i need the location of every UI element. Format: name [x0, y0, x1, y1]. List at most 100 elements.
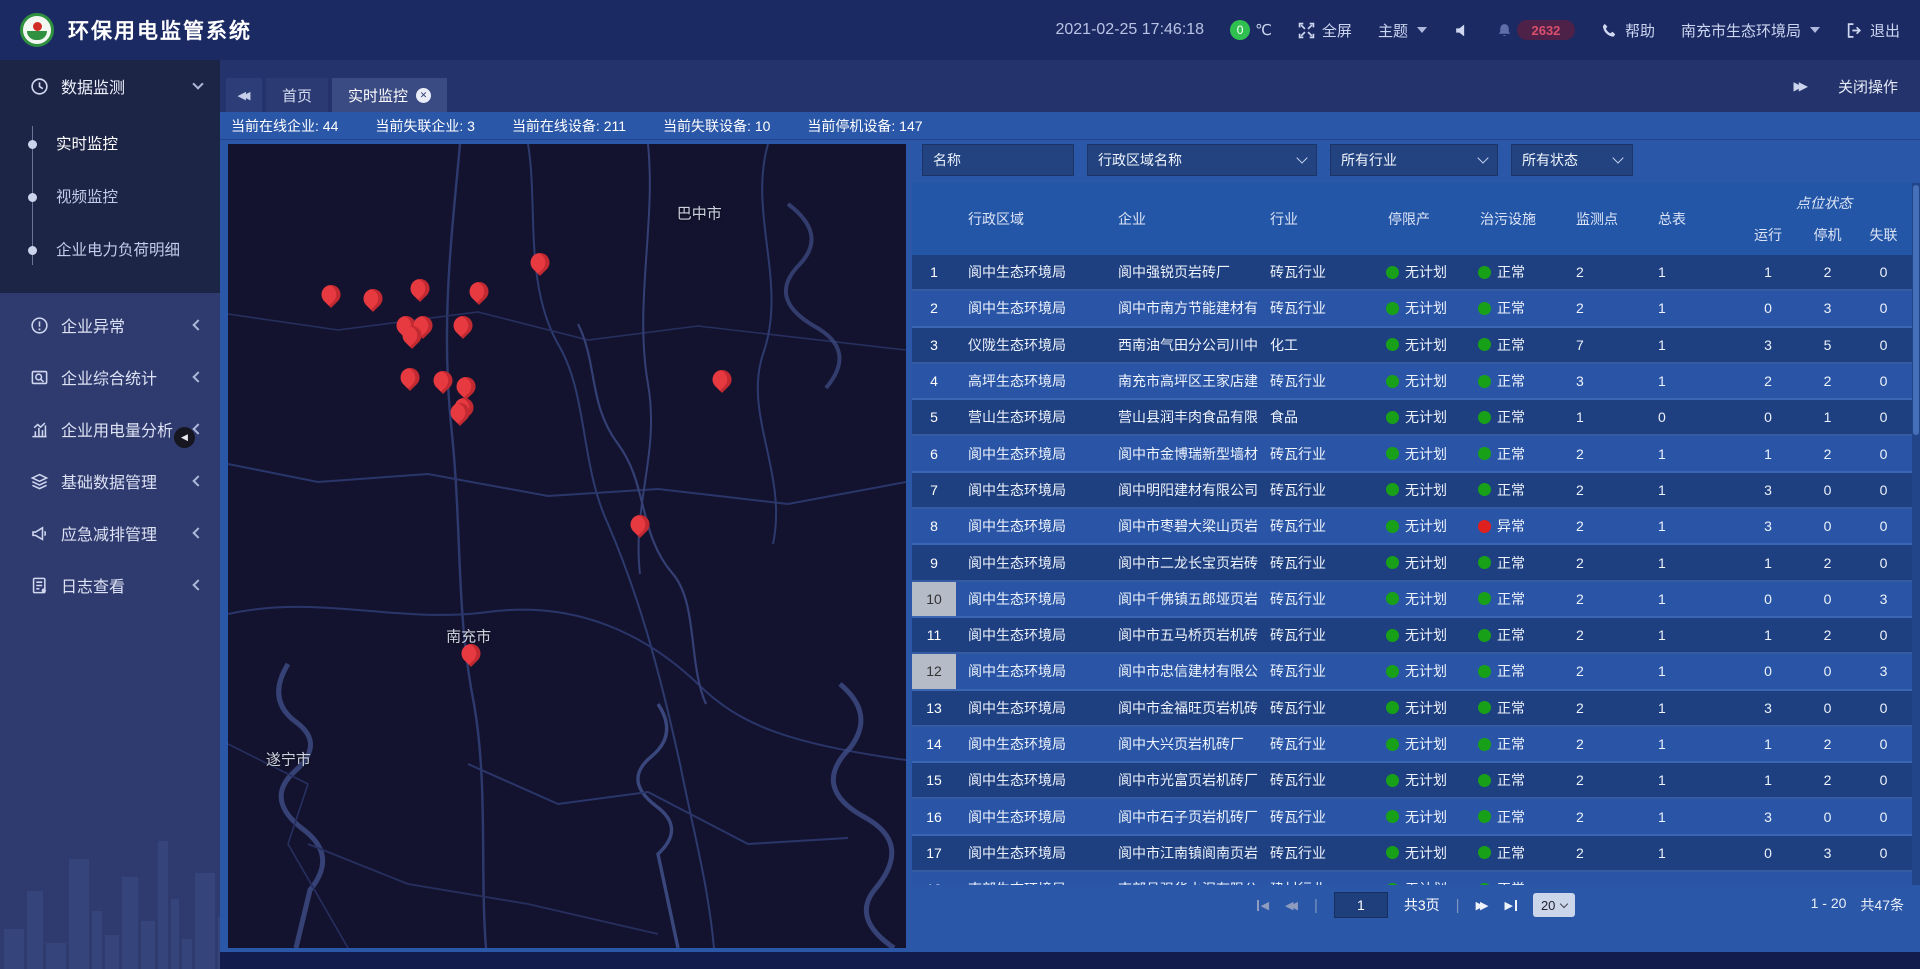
- cell-region: 高坪生态环境局: [956, 371, 1112, 391]
- tab-close-icon[interactable]: ✕: [416, 88, 431, 103]
- map-collapse-button[interactable]: ◀: [174, 427, 195, 448]
- help-button[interactable]: 帮助: [1601, 20, 1655, 41]
- header-toolbar: 2021-02-25 17:46:18 0 ℃ 全屏 主题 2632 帮助 南充…: [1055, 20, 1920, 41]
- first-page-button[interactable]: ◀: [1257, 899, 1269, 912]
- table-row[interactable]: 5营山生态环境局营山县润丰肉食品有限食品无计划正常10010: [912, 400, 1912, 436]
- map-panel[interactable]: 巴中市南充市遂宁市: [228, 144, 906, 948]
- col-points: 监测点: [1562, 183, 1646, 255]
- temperature-unit: ℃: [1255, 21, 1272, 39]
- logout-button[interactable]: 退出: [1846, 20, 1900, 41]
- table-row[interactable]: 13阆中生态环境局阆中市金福旺页岩机砖砖瓦行业无计划正常21300: [912, 691, 1912, 727]
- sidebar-item-应急减排管理[interactable]: 应急减排管理: [0, 507, 220, 559]
- last-page-button[interactable]: ▶: [1504, 899, 1516, 912]
- table-row[interactable]: 14阆中生态环境局阆中大兴页岩机砖厂砖瓦行业无计划正常21120: [912, 727, 1912, 763]
- sidebar-item-日志查看[interactable]: 日志查看: [0, 559, 220, 611]
- prev-page-button[interactable]: ◀◀: [1285, 899, 1298, 912]
- sidebar-item-企业异常[interactable]: 企业异常: [0, 299, 220, 351]
- close-operations-button[interactable]: 关闭操作: [1838, 76, 1898, 97]
- next-page-button[interactable]: ▶▶: [1476, 899, 1489, 912]
- cell-meters: 1: [1646, 373, 1736, 389]
- cell-stopped: 3: [1800, 845, 1855, 861]
- name-search-input[interactable]: [922, 144, 1074, 176]
- col-group-point-status: 点位状态: [1736, 183, 1912, 214]
- table-row[interactable]: 3仪陇生态环境局西南油气田分公司川中化工无计划正常71350: [912, 328, 1912, 364]
- table-row[interactable]: 9阆中生态环境局阆中市二龙长宝页岩砖砖瓦行业无计划正常21120: [912, 545, 1912, 581]
- table-row[interactable]: 8阆中生态环境局阆中市枣碧大梁山页岩砖瓦行业无计划异常21300: [912, 509, 1912, 545]
- table-row[interactable]: 16阆中生态环境局阆中市石子页岩机砖厂砖瓦行业无计划正常21300: [912, 799, 1912, 835]
- status-select-value: 所有状态: [1522, 150, 1578, 170]
- table-scrollbar[interactable]: [1912, 183, 1920, 885]
- table-row[interactable]: 2阆中生态环境局阆中市南方节能建材有砖瓦行业无计划正常21030: [912, 291, 1912, 327]
- cell-run: 3: [1736, 809, 1800, 825]
- tabs-scroll-left-button[interactable]: ◀◀: [226, 78, 262, 112]
- fullscreen-button[interactable]: 全屏: [1298, 20, 1352, 41]
- sidebar-subitem-视频监控[interactable]: 视频监控: [0, 171, 220, 224]
- page-number-input[interactable]: [1334, 892, 1388, 918]
- cell-stopped: 0: [1800, 809, 1855, 825]
- cell-stop-status: 无计划: [1382, 843, 1474, 863]
- scrollbar-thumb[interactable]: [1913, 185, 1919, 435]
- status-dot-icon: [1386, 592, 1399, 605]
- table-row[interactable]: 4高坪生态环境局南充市高坪区王家店建砖瓦行业无计划正常31220: [912, 364, 1912, 400]
- table-row[interactable]: 17阆中生态环境局阆中市江南镇阆南页岩砖瓦行业无计划正常21030: [912, 836, 1912, 872]
- row-index: 3: [912, 328, 956, 362]
- cell-meters: 1: [1646, 736, 1736, 752]
- cell-stop-status: 无计划: [1382, 262, 1474, 282]
- notifications-button[interactable]: 2632: [1496, 20, 1575, 40]
- cell-points: 2: [1562, 300, 1646, 316]
- table-header: 行政区域 企业 行业 停限产 治污设施 监测点 总表 点位状态 运行 停机 失联: [912, 183, 1912, 255]
- sidebar-item-企业综合统计[interactable]: 企业综合统计: [0, 351, 220, 403]
- table-row[interactable]: 12阆中生态环境局阆中市忠信建材有限公砖瓦行业无计划正常21003: [912, 654, 1912, 690]
- tab-label: 实时监控: [348, 85, 408, 106]
- table-row[interactable]: 11阆中生态环境局阆中市五马桥页岩机砖砖瓦行业无计划正常21120: [912, 618, 1912, 654]
- table-row[interactable]: 6阆中生态环境局阆中市金博瑞新型墙材砖瓦行业无计划正常21120: [912, 436, 1912, 472]
- row-index: 16: [912, 799, 956, 833]
- cell-stopped: 2: [1800, 627, 1855, 643]
- cell-region: 阆中生态环境局: [956, 843, 1112, 863]
- tab-首页[interactable]: 首页: [266, 78, 328, 112]
- cell-region: 阆中生态环境局: [956, 444, 1112, 464]
- cell-facility-status: 正常: [1474, 661, 1562, 681]
- stats-bar: 当前在线企业: 44当前失联企业: 3当前在线设备: 211当前失联设备: 10…: [220, 112, 1920, 140]
- cell-lost: 0: [1855, 264, 1912, 280]
- tabs-scroll-right-button[interactable]: ▶▶: [1794, 79, 1808, 93]
- page-size-select[interactable]: 20: [1533, 893, 1575, 917]
- table-row[interactable]: 7阆中生态环境局阆中明阳建材有限公司砖瓦行业无计划正常21300: [912, 473, 1912, 509]
- row-index: 12: [912, 654, 956, 688]
- cell-industry: 砖瓦行业: [1264, 444, 1382, 464]
- region-select[interactable]: 行政区域名称: [1087, 144, 1317, 176]
- cell-lost: 0: [1855, 736, 1912, 752]
- tab-实时监控[interactable]: 实时监控 ✕: [332, 78, 447, 112]
- table-row[interactable]: 15阆中生态环境局阆中市光富页岩机砖厂砖瓦行业无计划正常21120: [912, 763, 1912, 799]
- status-dot-icon: [1386, 846, 1399, 859]
- status-dot-icon: [1478, 447, 1491, 460]
- mute-button[interactable]: [1453, 22, 1470, 39]
- org-menu[interactable]: 南充市生态环境局: [1681, 20, 1820, 41]
- cell-points: 2: [1562, 591, 1646, 607]
- pagination-bar: ◀ ◀◀ | 共3页 | ▶▶ ▶ 20 1 - 20 共47条: [912, 885, 1920, 925]
- building-silhouette: [218, 917, 220, 969]
- table-row[interactable]: 18南部生态环境局南部县强华水泥有限公建材行业无计划正常: [912, 872, 1912, 885]
- sidebar-item-data-monitor[interactable]: 数据监测: [0, 60, 220, 112]
- industry-select[interactable]: 所有行业: [1330, 144, 1498, 176]
- cell-meters: 1: [1646, 845, 1736, 861]
- cell-stop-status: 无计划: [1382, 661, 1474, 681]
- theme-button[interactable]: 主题: [1378, 20, 1427, 41]
- table-row[interactable]: 1阆中生态环境局阆中强锐页岩砖厂砖瓦行业无计划正常21120: [912, 255, 1912, 291]
- cell-run: 1: [1736, 772, 1800, 788]
- cell-facility-status: 正常: [1474, 553, 1562, 573]
- bullet-dot-icon: [28, 246, 37, 255]
- cell-meters: 0: [1646, 409, 1736, 425]
- cell-industry: 砖瓦行业: [1264, 589, 1382, 609]
- status-select[interactable]: 所有状态: [1511, 144, 1633, 176]
- pagination-divider: |: [1314, 897, 1318, 914]
- fullscreen-label: 全屏: [1322, 20, 1352, 41]
- table-row[interactable]: 10阆中生态环境局阆中千佛镇五郎垭页岩砖瓦行业无计划正常21003: [912, 582, 1912, 618]
- status-dot-icon: [1478, 266, 1491, 279]
- cell-stopped: 2: [1800, 373, 1855, 389]
- sidebar-subitem-企业电力负荷明细[interactable]: 企业电力负荷明细: [0, 224, 220, 277]
- cell-stop-status: 无计划: [1382, 298, 1474, 318]
- sidebar-subitem-实时监控[interactable]: 实时监控: [0, 118, 220, 171]
- sidebar-item-基础数据管理[interactable]: 基础数据管理: [0, 455, 220, 507]
- exit-icon: [1846, 22, 1863, 39]
